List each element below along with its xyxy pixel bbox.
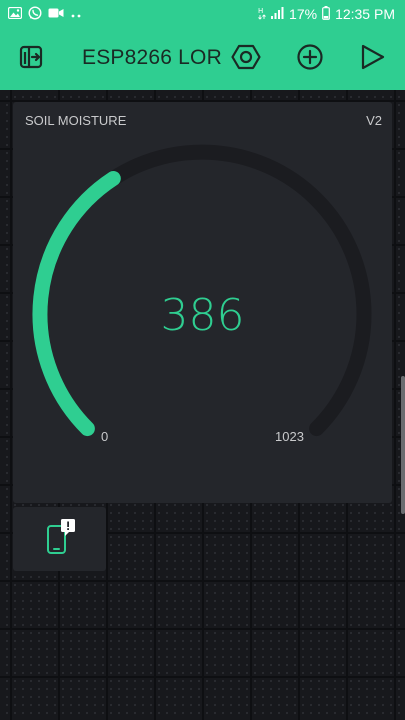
play-button[interactable] (356, 42, 390, 76)
battery-icon (322, 5, 330, 23)
exit-project-button[interactable] (15, 42, 49, 76)
status-bar-left (7, 5, 82, 23)
battery-percent: 17% (289, 6, 318, 22)
whatsapp-icon (28, 5, 42, 23)
add-widget-icon (295, 42, 325, 77)
video-icon (48, 6, 64, 22)
gauge-max-label: 1023 (275, 429, 304, 444)
scrollbar[interactable] (401, 376, 405, 514)
status-time: 12:35 PM (335, 6, 395, 22)
status-bar-right: H 17% 12:35 PM (258, 5, 395, 23)
app-bar: ESP8266 LOR (0, 28, 405, 90)
device-status-widget[interactable] (13, 507, 106, 571)
play-icon (359, 42, 387, 77)
svg-text:H: H (258, 7, 263, 15)
gallery-icon (7, 6, 23, 22)
signal-icon (271, 6, 284, 22)
project-settings-button[interactable] (229, 42, 263, 76)
gauge-min-label: 0 (101, 429, 109, 444)
add-widget-button[interactable] (293, 42, 327, 76)
settings-nut-icon (231, 42, 261, 77)
gauge-widget[interactable]: SOIL MOISTURE V2 386 0 1023 (13, 102, 392, 503)
h-plus-network-icon: H (258, 6, 266, 23)
more-dots-icon (70, 6, 82, 22)
status-bar: H 17% 12:35 PM (0, 0, 405, 28)
exit-project-icon (17, 42, 47, 77)
project-title: ESP8266 LOR (82, 46, 222, 69)
gauge-value: 386 (160, 290, 245, 341)
device-alert-icon (43, 518, 77, 561)
